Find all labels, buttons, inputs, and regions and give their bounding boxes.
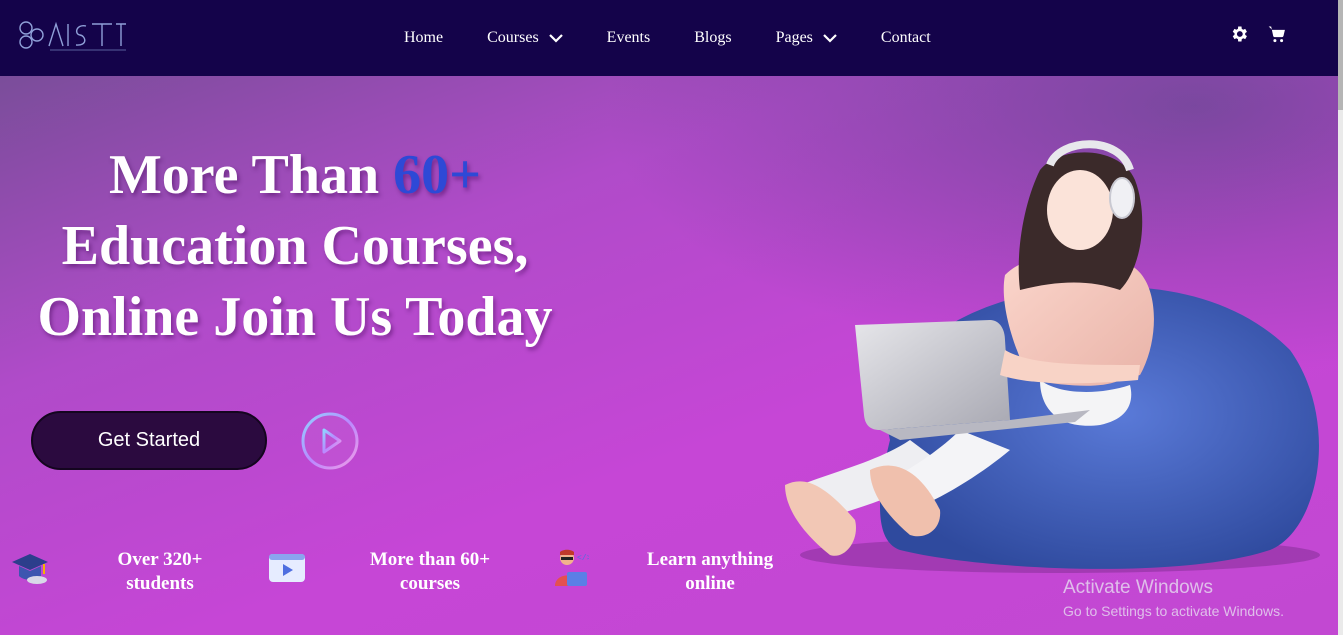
headline-text: More Than bbox=[108, 144, 394, 206]
nav-home-label: Home bbox=[404, 29, 444, 46]
stat-learn: Learn anything online bbox=[630, 548, 790, 596]
hero-illustration bbox=[785, 140, 1320, 573]
graduation-cap-icon bbox=[12, 554, 48, 584]
chevron-down-icon bbox=[823, 33, 837, 43]
scrollbar-thumb[interactable] bbox=[1338, 0, 1343, 110]
headline-line-3: Online Join Us Today bbox=[37, 286, 553, 348]
headline-line-1: More Than 60+ bbox=[0, 140, 590, 211]
nav-icon-group bbox=[1229, 24, 1287, 44]
laptop-screen bbox=[855, 320, 1010, 430]
hero-headline: More Than 60+ Education Courses, Online … bbox=[0, 140, 590, 353]
stat-students: Over 320+ students bbox=[90, 548, 230, 596]
activate-windows-title: Activate Windows bbox=[1063, 577, 1213, 598]
svg-text:</>: </> bbox=[577, 554, 589, 563]
nav-pages[interactable]: Pages bbox=[776, 29, 837, 47]
page-scrollbar[interactable] bbox=[1338, 0, 1343, 635]
get-started-button[interactable]: Get Started bbox=[31, 411, 267, 470]
face bbox=[1047, 170, 1113, 250]
nav-contact[interactable]: Contact bbox=[881, 29, 931, 47]
activate-windows-subtitle: Go to Settings to activate Windows. bbox=[1063, 603, 1284, 619]
main-menu: Home Courses Events Blogs Pages Contact bbox=[404, 0, 931, 76]
headline-accent: 60+ bbox=[393, 144, 482, 206]
headphone-cup bbox=[1109, 177, 1135, 219]
site-logo[interactable] bbox=[16, 16, 131, 54]
nav-blogs[interactable]: Blogs bbox=[694, 29, 731, 47]
gear-icon[interactable] bbox=[1229, 24, 1249, 44]
stat-line: online bbox=[685, 573, 735, 594]
nav-courses[interactable]: Courses bbox=[487, 29, 563, 47]
stat-courses: More than 60+ courses bbox=[350, 548, 510, 596]
nav-blogs-label: Blogs bbox=[694, 29, 732, 46]
stat-line: Over 320+ bbox=[117, 549, 203, 570]
chevron-down-icon bbox=[548, 33, 563, 43]
nav-home[interactable]: Home bbox=[404, 29, 443, 47]
nav-contact-label: Contact bbox=[880, 29, 931, 46]
nav-events-label: Events bbox=[606, 29, 651, 46]
developer-icon: </> bbox=[555, 549, 589, 586]
nav-pages-label: Pages bbox=[775, 29, 813, 46]
nav-events[interactable]: Events bbox=[607, 29, 651, 47]
top-navbar: Home Courses Events Blogs Pages Contact bbox=[0, 0, 1343, 76]
cart-icon[interactable] bbox=[1267, 24, 1287, 44]
headline-line-2: Education Courses, bbox=[61, 215, 529, 277]
video-player-icon bbox=[269, 554, 305, 582]
stat-line: Learn anything bbox=[646, 549, 774, 570]
nav-courses-label: Courses bbox=[487, 29, 539, 46]
stat-line: More than 60+ bbox=[369, 549, 491, 570]
play-video-button[interactable] bbox=[300, 411, 360, 471]
stat-line: students bbox=[126, 573, 194, 594]
stat-line: courses bbox=[399, 573, 461, 594]
